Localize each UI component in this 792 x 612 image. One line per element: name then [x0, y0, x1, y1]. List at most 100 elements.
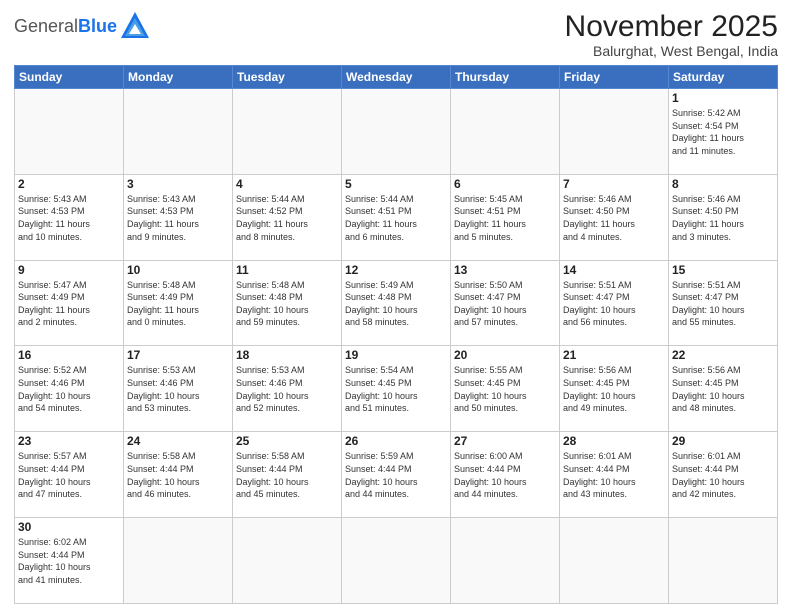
calendar-week-5: 23 Sunrise: 5:57 AMSunset: 4:44 PMDayligh… [15, 432, 778, 518]
day-info: Sunrise: 5:50 AMSunset: 4:47 PMDaylight:… [454, 279, 556, 329]
calendar-cell: 1 Sunrise: 5:42 AMSunset: 4:54 PMDaylight… [669, 89, 778, 175]
calendar-cell: 18 Sunrise: 5:53 AMSunset: 4:46 PMDayligh… [233, 346, 342, 432]
day-info: Sunrise: 5:51 AMSunset: 4:47 PMDaylight:… [672, 279, 774, 329]
day-info: Sunrise: 5:59 AMSunset: 4:44 PMDaylight:… [345, 450, 447, 500]
calendar-cell [124, 89, 233, 175]
calendar-cell [451, 89, 560, 175]
day-info: Sunrise: 5:49 AMSunset: 4:48 PMDaylight:… [345, 279, 447, 329]
day-info: Sunrise: 5:56 AMSunset: 4:45 PMDaylight:… [672, 364, 774, 414]
day-number: 8 [672, 177, 774, 191]
day-info: Sunrise: 5:45 AMSunset: 4:51 PMDaylight:… [454, 193, 556, 243]
day-number: 30 [18, 520, 120, 534]
calendar-cell: 30 Sunrise: 6:02 AMSunset: 4:44 PMDayligh… [15, 518, 124, 604]
day-info: Sunrise: 5:44 AMSunset: 4:52 PMDaylight:… [236, 193, 338, 243]
day-number: 15 [672, 263, 774, 277]
calendar-cell [342, 518, 451, 604]
calendar-title: November 2025 [565, 10, 778, 43]
day-number: 2 [18, 177, 120, 191]
day-info: Sunrise: 5:53 AMSunset: 4:46 PMDaylight:… [127, 364, 229, 414]
day-number: 22 [672, 348, 774, 362]
calendar-cell: 23 Sunrise: 5:57 AMSunset: 4:44 PMDayligh… [15, 432, 124, 518]
weekday-row: SundayMondayTuesdayWednesdayThursdayFrid… [15, 66, 778, 89]
weekday-header-sunday: Sunday [15, 66, 124, 89]
calendar-cell [15, 89, 124, 175]
logo: GeneralBlue [14, 10, 151, 42]
day-info: Sunrise: 6:01 AMSunset: 4:44 PMDaylight:… [672, 450, 774, 500]
header: GeneralBlue November 2025 Balurghat, Wes… [14, 10, 778, 59]
day-number: 17 [127, 348, 229, 362]
calendar-cell: 29 Sunrise: 6:01 AMSunset: 4:44 PMDayligh… [669, 432, 778, 518]
calendar-cell: 15 Sunrise: 5:51 AMSunset: 4:47 PMDayligh… [669, 260, 778, 346]
calendar-cell: 9Sunrise: 5:47 AMSunset: 4:49 PMDaylight… [15, 260, 124, 346]
day-number: 23 [18, 434, 120, 448]
calendar-cell [560, 518, 669, 604]
day-number: 1 [672, 91, 774, 105]
calendar-week-3: 9Sunrise: 5:47 AMSunset: 4:49 PMDaylight… [15, 260, 778, 346]
calendar-cell: 16Sunrise: 5:52 AMSunset: 4:46 PMDayligh… [15, 346, 124, 432]
logo-text: GeneralBlue [14, 17, 117, 35]
day-number: 5 [345, 177, 447, 191]
calendar-cell [233, 518, 342, 604]
day-info: Sunrise: 6:02 AMSunset: 4:44 PMDaylight:… [18, 536, 120, 586]
weekday-header-wednesday: Wednesday [342, 66, 451, 89]
day-info: Sunrise: 5:44 AMSunset: 4:51 PMDaylight:… [345, 193, 447, 243]
day-number: 18 [236, 348, 338, 362]
day-number: 25 [236, 434, 338, 448]
calendar-cell: 6Sunrise: 5:45 AMSunset: 4:51 PMDaylight… [451, 174, 560, 260]
logo-general: General [14, 16, 78, 36]
day-number: 27 [454, 434, 556, 448]
calendar-week-6: 30 Sunrise: 6:02 AMSunset: 4:44 PMDayligh… [15, 518, 778, 604]
day-info: Sunrise: 6:00 AMSunset: 4:44 PMDaylight:… [454, 450, 556, 500]
calendar-week-2: 2 Sunrise: 5:43 AMSunset: 4:53 PMDaylight… [15, 174, 778, 260]
day-info: Sunrise: 5:56 AMSunset: 4:45 PMDaylight:… [563, 364, 665, 414]
day-info: Sunrise: 5:57 AMSunset: 4:44 PMDaylight:… [18, 450, 120, 500]
calendar-cell: 14Sunrise: 5:51 AMSunset: 4:47 PMDayligh… [560, 260, 669, 346]
logo-blue: Blue [78, 16, 117, 36]
day-number: 4 [236, 177, 338, 191]
day-number: 19 [345, 348, 447, 362]
calendar-cell: 10 Sunrise: 5:48 AMSunset: 4:49 PMDayligh… [124, 260, 233, 346]
calendar-cell: 19 Sunrise: 5:54 AMSunset: 4:45 PMDayligh… [342, 346, 451, 432]
day-info: Sunrise: 5:47 AMSunset: 4:49 PMDaylight:… [18, 279, 120, 329]
calendar-subtitle: Balurghat, West Bengal, India [565, 43, 778, 59]
calendar-cell: 26 Sunrise: 5:59 AMSunset: 4:44 PMDayligh… [342, 432, 451, 518]
logo-icon [119, 10, 151, 42]
day-number: 29 [672, 434, 774, 448]
calendar-body: 1 Sunrise: 5:42 AMSunset: 4:54 PMDaylight… [15, 89, 778, 604]
day-info: Sunrise: 6:01 AMSunset: 4:44 PMDaylight:… [563, 450, 665, 500]
day-info: Sunrise: 5:51 AMSunset: 4:47 PMDaylight:… [563, 279, 665, 329]
calendar-cell: 21 Sunrise: 5:56 AMSunset: 4:45 PMDayligh… [560, 346, 669, 432]
calendar-cell: 5 Sunrise: 5:44 AMSunset: 4:51 PMDaylight… [342, 174, 451, 260]
day-info: Sunrise: 5:46 AMSunset: 4:50 PMDaylight:… [672, 193, 774, 243]
calendar-cell [124, 518, 233, 604]
day-info: Sunrise: 5:55 AMSunset: 4:45 PMDaylight:… [454, 364, 556, 414]
calendar-cell [560, 89, 669, 175]
weekday-header-saturday: Saturday [669, 66, 778, 89]
day-info: Sunrise: 5:48 AMSunset: 4:48 PMDaylight:… [236, 279, 338, 329]
day-info: Sunrise: 5:54 AMSunset: 4:45 PMDaylight:… [345, 364, 447, 414]
day-info: Sunrise: 5:42 AMSunset: 4:54 PMDaylight:… [672, 107, 774, 157]
day-number: 11 [236, 263, 338, 277]
day-number: 13 [454, 263, 556, 277]
calendar-cell [451, 518, 560, 604]
calendar-week-1: 1 Sunrise: 5:42 AMSunset: 4:54 PMDaylight… [15, 89, 778, 175]
day-number: 3 [127, 177, 229, 191]
day-info: Sunrise: 5:43 AMSunset: 4:53 PMDaylight:… [18, 193, 120, 243]
calendar-cell: 8 Sunrise: 5:46 AMSunset: 4:50 PMDaylight… [669, 174, 778, 260]
day-number: 21 [563, 348, 665, 362]
calendar-cell: 22 Sunrise: 5:56 AMSunset: 4:45 PMDayligh… [669, 346, 778, 432]
day-number: 12 [345, 263, 447, 277]
title-block: November 2025 Balurghat, West Bengal, In… [565, 10, 778, 59]
calendar-cell: 12 Sunrise: 5:49 AMSunset: 4:48 PMDayligh… [342, 260, 451, 346]
weekday-header-friday: Friday [560, 66, 669, 89]
day-info: Sunrise: 5:43 AMSunset: 4:53 PMDaylight:… [127, 193, 229, 243]
day-number: 20 [454, 348, 556, 362]
calendar-cell: 7Sunrise: 5:46 AMSunset: 4:50 PMDaylight… [560, 174, 669, 260]
day-number: 26 [345, 434, 447, 448]
day-info: Sunrise: 5:53 AMSunset: 4:46 PMDaylight:… [236, 364, 338, 414]
day-info: Sunrise: 5:46 AMSunset: 4:50 PMDaylight:… [563, 193, 665, 243]
day-number: 10 [127, 263, 229, 277]
day-info: Sunrise: 5:48 AMSunset: 4:49 PMDaylight:… [127, 279, 229, 329]
day-number: 16 [18, 348, 120, 362]
day-number: 24 [127, 434, 229, 448]
